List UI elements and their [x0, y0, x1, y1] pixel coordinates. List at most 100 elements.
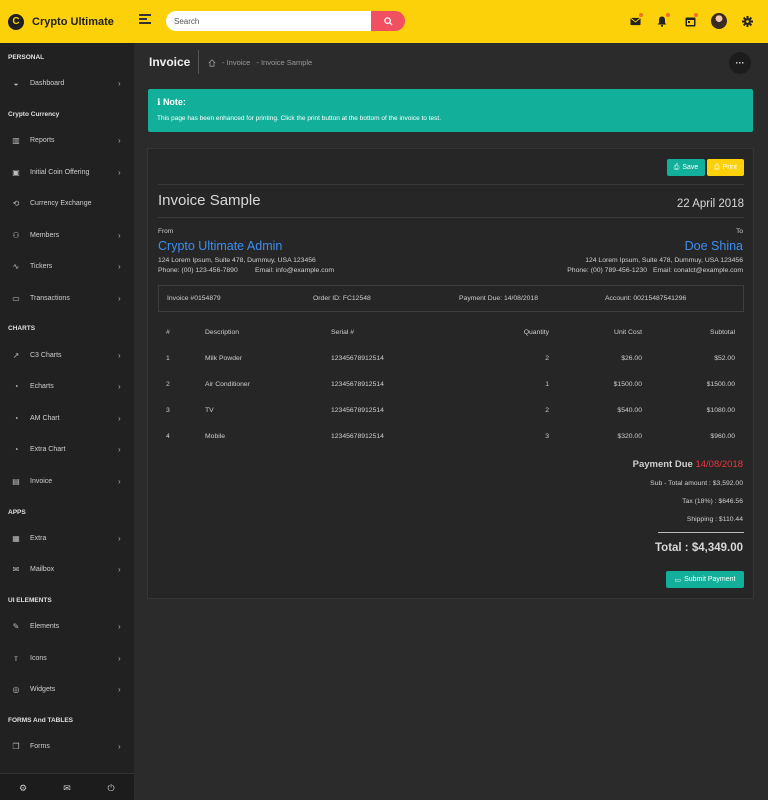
search-input[interactable]: [166, 11, 371, 31]
col-header-serial: Serial #: [331, 329, 355, 336]
title-divider: [198, 50, 199, 74]
sidebar-item-label: Elements: [30, 622, 60, 630]
gear-icon[interactable]: [740, 14, 754, 28]
sidebar-item-icons[interactable]: ᴛ Icons ›: [0, 648, 134, 668]
sidebar-item-invoice[interactable]: ▤ Invoice ›: [0, 471, 134, 491]
power-icon[interactable]: ⏻: [105, 782, 117, 794]
invoice-date: 22 April 2018: [676, 198, 744, 210]
text-icon: ᴛ: [14, 653, 18, 663]
from-label: From: [158, 228, 174, 235]
search-button[interactable]: [371, 11, 405, 31]
grid-icon: ▦: [12, 533, 20, 543]
sidebar-item-transactions[interactable]: ▭ Transactions ›: [0, 288, 134, 308]
sidebar-item-label: Initial Coin Offering: [30, 168, 90, 176]
section-title-ui-elements: UI ELEMENTS: [8, 597, 52, 604]
sidebar-item-extra[interactable]: ▦ Extra ›: [0, 528, 134, 548]
sidebar-item-label: Icons: [30, 654, 47, 662]
menu-toggle-icon[interactable]: [139, 14, 151, 26]
sidebar-item-echarts[interactable]: ◔ Echarts ›: [0, 376, 134, 396]
chevron-right-icon: ›: [118, 476, 121, 486]
submit-payment-button[interactable]: ▭ Submit Payment: [666, 571, 744, 588]
sidebar-item-elements[interactable]: ✎ Elements ›: [0, 616, 134, 636]
app-name: Crypto Ultimate: [32, 15, 114, 28]
subtotal-amount: Sub - Total amount : $3,592.00: [650, 480, 743, 487]
widget-icon: ◎: [12, 684, 20, 694]
chevron-right-icon: ›: [118, 350, 121, 360]
chevron-right-icon: ›: [118, 653, 121, 663]
chevron-right-icon: ›: [118, 564, 121, 574]
from-address: 124 Lorem Ipsum, Suite 478, Dummuy, USA …: [158, 257, 316, 264]
chevron-right-icon: ›: [118, 413, 121, 423]
col-header-subtotal: Subtotal: [710, 329, 735, 336]
chevron-right-icon: ›: [118, 78, 121, 88]
line-chart-icon: ↗: [12, 350, 20, 360]
edit-icon: ✎: [12, 621, 20, 631]
mail-icon[interactable]: ✉: [61, 782, 73, 794]
sidebar-item-label: AM Chart: [30, 414, 60, 422]
sidebar-item-c3-charts[interactable]: ↗ C3 Charts ›: [0, 345, 134, 365]
breadcrumb-invoice[interactable]: - Invoice: [222, 58, 250, 67]
sidebar-item-forms[interactable]: ❐ Forms ›: [0, 736, 134, 756]
logo-icon: C: [8, 13, 24, 30]
sidebar-item-am-chart[interactable]: ◔ AM Chart ›: [0, 408, 134, 428]
more-options-button[interactable]: ···: [729, 52, 751, 74]
to-address: 124 Lorem Ipsum, Suite 478, Dummuy, USA …: [585, 257, 743, 264]
section-title-charts: CHARTS: [8, 325, 36, 332]
pulse-icon: ∿: [12, 261, 20, 271]
chevron-right-icon: ›: [118, 230, 121, 240]
sidebar-item-label: Members: [30, 231, 60, 239]
copy-icon: ❐: [12, 741, 20, 751]
from-phone: Phone: (00) 123-456-7890: [158, 267, 238, 274]
payment-due-label: Payment Due: [632, 459, 693, 470]
to-phone: Phone: (00) 789-456-1230: [567, 267, 647, 274]
cell-number: 1: [166, 355, 170, 362]
top-bar: C Crypto Ultimate: [0, 0, 768, 43]
cell-serial: 12345678912514: [331, 355, 384, 362]
print-button[interactable]: ⎙ Print: [707, 159, 744, 176]
total-amount: Total : $4,349.00: [655, 542, 743, 554]
cell-quantity: 2: [545, 407, 549, 414]
brand[interactable]: C Crypto Ultimate: [0, 0, 134, 43]
cell-subtotal: $1500.00: [706, 381, 735, 388]
pie-chart-icon: ◔: [13, 413, 19, 423]
print-icon: ⎙: [673, 163, 680, 171]
sidebar-item-ico[interactable]: ▣ Initial Coin Offering ›: [0, 162, 134, 182]
section-title-crypto: Crypto Currency: [8, 111, 60, 118]
payment-due-summary: Payment Due 14/08/2018: [633, 459, 743, 470]
coin-icon: ▣: [12, 167, 20, 177]
note-callout: ℹ Note: This page has been enhanced for …: [148, 89, 753, 132]
sidebar-footer: ⚙ ✉ ⏻: [0, 773, 134, 800]
breadcrumb: - Invoice - Invoice Sample: [208, 58, 312, 67]
sidebar-item-members[interactable]: ⚇ Members ›: [0, 225, 134, 245]
sidebar-item-dashboard[interactable]: ◒ Dashboard ›: [0, 73, 134, 93]
home-icon[interactable]: [208, 58, 216, 67]
cell-description: Milk Powder: [205, 355, 243, 362]
sidebar-item-extra-chart[interactable]: ◔ Extra Chart ›: [0, 439, 134, 459]
bar-chart-icon: ▥: [12, 135, 20, 145]
cell-subtotal: $1080.00: [706, 407, 735, 414]
bell-icon[interactable]: [655, 13, 670, 28]
cell-serial: 12345678912514: [331, 381, 384, 388]
chevron-right-icon: ›: [118, 293, 121, 303]
calendar-icon[interactable]: [683, 13, 698, 28]
avatar[interactable]: [711, 13, 727, 29]
sidebar-item-label: Extra: [30, 534, 47, 542]
user-icon: ⚇: [12, 230, 20, 240]
cell-number: 2: [166, 381, 170, 388]
save-button[interactable]: ⎙ Save: [667, 159, 705, 176]
sidebar-item-exchange[interactable]: ⟲ Currency Exchange: [0, 193, 134, 213]
chevron-right-icon: ›: [118, 135, 121, 145]
sidebar-item-label: Currency Exchange: [30, 199, 92, 207]
settings-icon[interactable]: ⚙: [17, 782, 29, 794]
sidebar-item-tickers[interactable]: ∿ Tickers ›: [0, 256, 134, 276]
sidebar-item-reports[interactable]: ▥ Reports ›: [0, 130, 134, 150]
divider: [158, 217, 744, 218]
sidebar-item-widgets[interactable]: ◎ Widgets ›: [0, 679, 134, 699]
cell-quantity: 2: [545, 355, 549, 362]
mail-notification-icon[interactable]: [628, 13, 643, 28]
cell-quantity: 3: [545, 433, 549, 440]
sidebar-item-label: Reports: [30, 136, 55, 144]
cell-description: TV: [205, 407, 214, 414]
chevron-right-icon: ›: [118, 261, 121, 271]
sidebar-item-mailbox[interactable]: ✉ Mailbox ›: [0, 559, 134, 579]
